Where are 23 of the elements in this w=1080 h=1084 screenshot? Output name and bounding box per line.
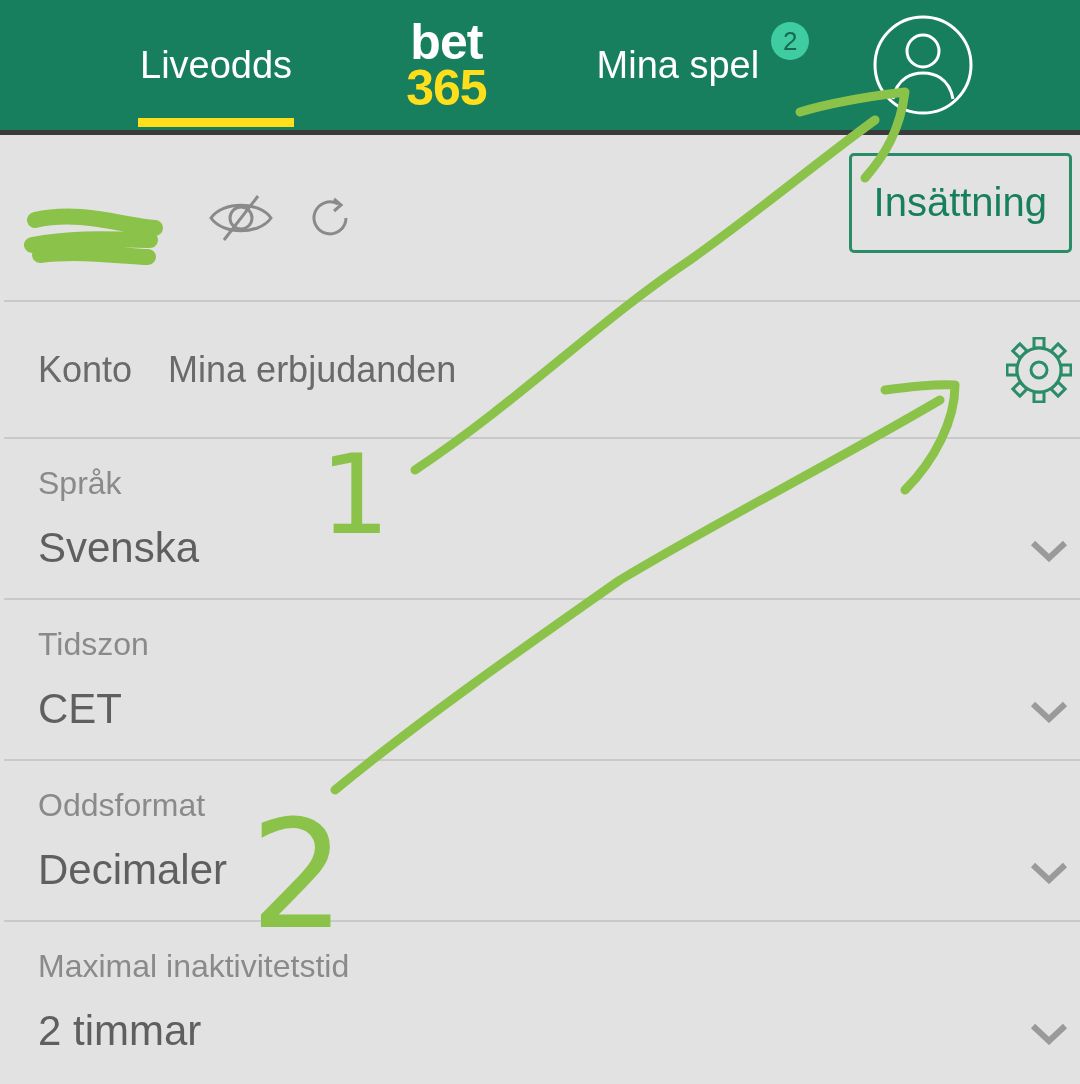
- setting-label: Maximal inaktivitetstid: [38, 948, 350, 985]
- chevron-down-icon[interactable]: [1030, 1023, 1068, 1045]
- settings-icon[interactable]: [1006, 336, 1072, 403]
- annotation-number: 2: [250, 800, 346, 950]
- setting-value: 2 timmar: [38, 1007, 203, 1055]
- user-avatar-icon[interactable]: [873, 15, 974, 115]
- setting-value: Decimaler: [38, 846, 228, 894]
- logo[interactable]: bet 365: [406, 19, 487, 111]
- setting-value: CET: [38, 685, 123, 733]
- setting-label: Oddsformat: [38, 787, 207, 824]
- count-badge: 2: [771, 22, 810, 60]
- setting-label: Språk: [38, 465, 123, 502]
- menu-link[interactable]: Mina erbjudanden: [168, 348, 457, 391]
- annotation-number: 1: [320, 440, 390, 550]
- chevron-down-icon[interactable]: [1030, 701, 1068, 723]
- menu-link[interactable]: Konto: [38, 348, 133, 391]
- deposit-button[interactable]: Insättning: [848, 152, 1072, 253]
- chevron-down-icon[interactable]: [1030, 862, 1068, 884]
- nav-tab[interactable]: Liveodds: [138, 0, 295, 130]
- setting-value: Svenska: [38, 524, 200, 572]
- chevron-down-icon[interactable]: [1030, 540, 1068, 562]
- setting-label: Tidszon: [38, 626, 149, 663]
- eye-slash-icon[interactable]: [208, 192, 274, 243]
